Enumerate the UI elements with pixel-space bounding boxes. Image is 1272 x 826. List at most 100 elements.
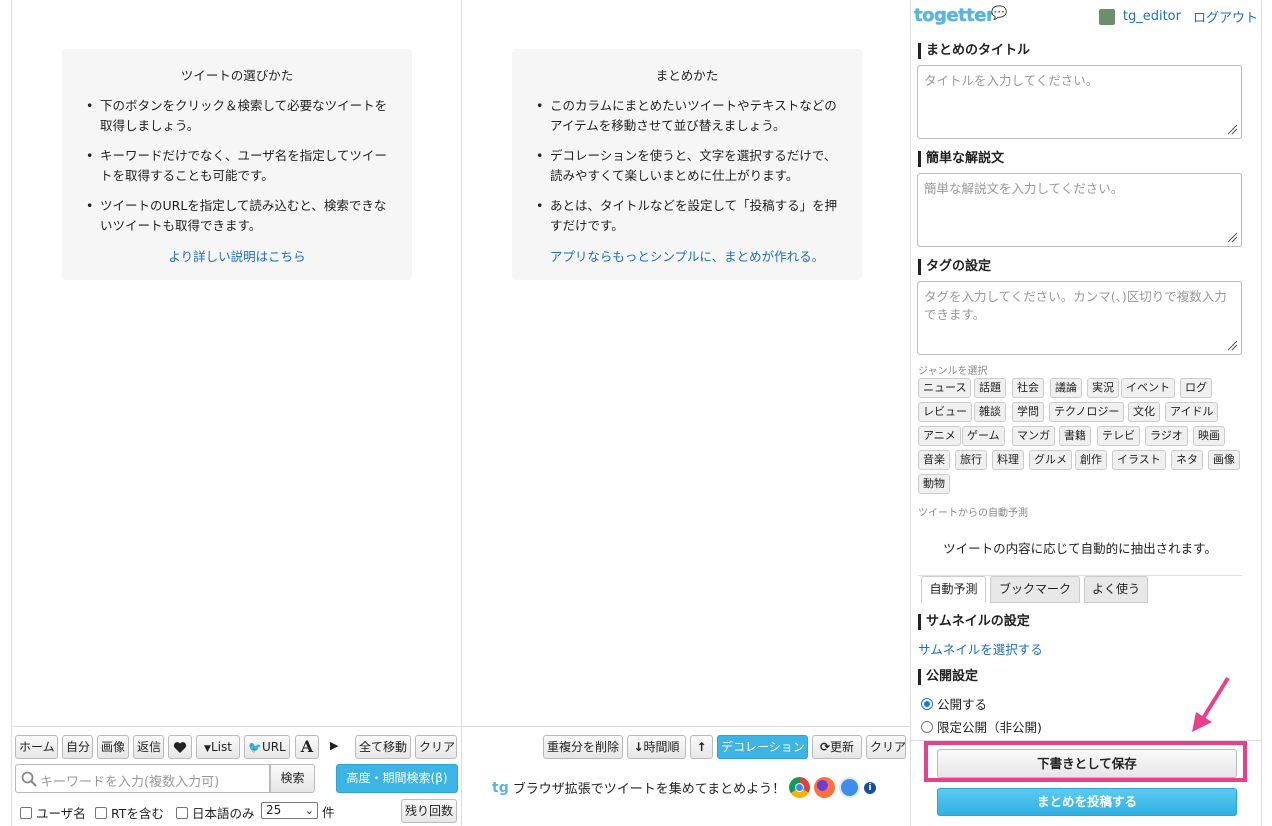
tag-label: タグの設定: [918, 259, 991, 275]
genre-tag[interactable]: 実況: [1087, 378, 1119, 398]
genre-tag[interactable]: ラジオ: [1145, 426, 1188, 446]
include-rt-checkbox[interactable]: RTを含む: [95, 803, 164, 822]
public-radio[interactable]: 公開する: [921, 694, 987, 713]
arrow-down-icon: ↓: [633, 740, 644, 754]
tab-bookmark[interactable]: ブックマーク: [990, 576, 1080, 603]
toolbar-divider: [11, 726, 911, 727]
genre-tag[interactable]: 動物: [918, 474, 950, 494]
genre-tag[interactable]: イラスト: [1112, 450, 1166, 470]
url-button[interactable]: 🐦URL: [244, 735, 290, 759]
genre-tag[interactable]: 料理: [992, 450, 1024, 470]
font-button[interactable]: A: [295, 735, 319, 759]
clear-button[interactable]: クリア: [866, 735, 906, 759]
help-title: ツイートの選びかた: [180, 68, 294, 83]
genre-tag[interactable]: 書籍: [1059, 426, 1091, 446]
user-bar: tg_editor ログアウト: [1098, 7, 1258, 26]
save-draft-highlight: [924, 741, 1247, 782]
play-icon[interactable]: ▶: [330, 739, 338, 752]
resize-grip-icon[interactable]: [1226, 339, 1238, 351]
pointer-arrow-icon: [1192, 676, 1230, 732]
genre-tag[interactable]: イベント: [1121, 378, 1175, 398]
app-link[interactable]: アプリならもっとシンプルに、まとめが作れる。: [528, 246, 846, 265]
refresh-button[interactable]: ⟳更新: [812, 735, 862, 759]
description-textarea[interactable]: 簡単な解説文を入力してください。: [917, 173, 1242, 247]
resize-grip-icon[interactable]: [1226, 123, 1238, 135]
genre-tag[interactable]: 創作: [1075, 450, 1107, 470]
select-thumbnail-link[interactable]: サムネイルを選択する: [918, 639, 1043, 658]
reply-button[interactable]: 返信: [133, 735, 164, 759]
help-item: このカラムにまとめたいツイートやテキストなどのアイテムを移動させて並び替えましょ…: [536, 96, 846, 136]
remove-duplicates-button[interactable]: 重複分を削除: [543, 735, 623, 759]
genre-tag[interactable]: グルメ: [1029, 450, 1072, 470]
help-item: デコレーションを使うと、文字を選択するだけで、読みやすくて楽しいまとめに仕上がり…: [536, 146, 846, 186]
help-item: キーワードだけでなく、ユーザ名を指定してツイートを取得することも可能です。: [86, 146, 396, 186]
help-item: 下のボタンをクリック＆検索して必要なツイートを取得しましょう。: [86, 96, 396, 136]
resize-grip-icon[interactable]: [1226, 231, 1238, 243]
post-button[interactable]: まとめを投稿する: [937, 788, 1237, 816]
genre-tag[interactable]: 学問: [1012, 402, 1044, 422]
safari-icon[interactable]: [839, 777, 861, 798]
genre-tag[interactable]: アニメ: [918, 426, 961, 446]
extension-promo: tg ブラウザ拡張でツイートを集めてまとめよう！ i: [492, 777, 877, 798]
decoration-button[interactable]: デコレーション: [717, 735, 808, 759]
genre-tag[interactable]: 画像: [1208, 450, 1240, 470]
time-order-button[interactable]: ↓時間順: [627, 735, 686, 759]
help-title: まとめかた: [655, 68, 719, 83]
limited-radio[interactable]: 限定公開（非公開): [921, 717, 1042, 736]
togetter-logo[interactable]: togetter: [914, 5, 995, 26]
title-textarea[interactable]: タイトルを入力してください。: [917, 65, 1242, 139]
matome-help: まとめかた このカラムにまとめたいツイートやテキストなどのアイテムを移動させて並…: [512, 49, 862, 280]
genre-tag[interactable]: ゲーム: [962, 426, 1005, 446]
chevron-down-icon: ⌄: [304, 804, 314, 817]
username-link[interactable]: tg_editor: [1123, 9, 1181, 24]
image-button[interactable]: 画像: [97, 735, 129, 759]
genre-tag[interactable]: 文化: [1128, 402, 1160, 422]
more-help-link[interactable]: より詳しい説明はこちら: [78, 246, 396, 265]
genre-tag[interactable]: ニュース: [918, 378, 972, 398]
user-avatar-icon: [1098, 8, 1115, 25]
tweet-select-help: ツイートの選びかた 下のボタンをクリック＆検索して必要なツイートを取得しましょう…: [62, 49, 412, 280]
genre-tag[interactable]: 映画: [1193, 426, 1225, 446]
genre-tag[interactable]: 音楽: [918, 450, 950, 470]
genre-tag[interactable]: ログ: [1180, 378, 1212, 398]
remaining-button[interactable]: 残り回数: [401, 799, 457, 823]
genre-label: ジャンルを選択: [918, 366, 988, 377]
bird-icon: 🐦: [248, 741, 262, 754]
user-name-checkbox[interactable]: ユーザ名: [20, 803, 86, 822]
japanese-only-checkbox[interactable]: 日本語のみ: [176, 803, 255, 822]
firefox-icon[interactable]: [814, 777, 836, 798]
self-button[interactable]: 自分: [62, 735, 93, 759]
arrow-up-button[interactable]: ↑: [690, 735, 713, 759]
genre-tag[interactable]: アイドル: [1165, 402, 1219, 422]
logout-link[interactable]: ログアウト: [1193, 7, 1258, 26]
refresh-icon: ⟳: [819, 740, 831, 754]
genre-tag[interactable]: 社会: [1012, 378, 1044, 398]
advanced-search-button[interactable]: 高度・期間検索(β): [336, 764, 458, 793]
tag-textarea[interactable]: タグを入力してください。カンマ(、)区切りで複数入力できます。: [917, 281, 1242, 355]
genre-tag[interactable]: テレビ: [1097, 426, 1140, 446]
search-icon: [21, 771, 37, 787]
genre-tag[interactable]: レビュー: [918, 402, 972, 422]
like-button[interactable]: [168, 735, 192, 759]
move-all-button[interactable]: 全て移動: [355, 735, 411, 759]
clear-button[interactable]: クリア: [415, 735, 457, 759]
genre-tag[interactable]: 旅行: [955, 450, 987, 470]
genre-tag[interactable]: 話題: [974, 378, 1006, 398]
genre-tag[interactable]: マンガ: [1012, 426, 1055, 446]
genre-tag[interactable]: 雑談: [974, 402, 1006, 422]
search-button[interactable]: 検索: [270, 764, 315, 793]
genre-tag[interactable]: テクノロジー: [1049, 402, 1125, 422]
home-button[interactable]: ホーム: [15, 735, 58, 759]
count-select[interactable]: 25 ⌄: [261, 802, 318, 819]
chrome-icon[interactable]: [789, 777, 811, 798]
auto-predict-text: ツイートの内容に応じて自動的に抽出されます。: [943, 541, 1217, 556]
list-button[interactable]: ▼List: [196, 735, 240, 759]
tab-frequent[interactable]: よく使う: [1084, 576, 1148, 603]
genre-tag[interactable]: 議論: [1050, 378, 1082, 398]
tab-auto-predict[interactable]: 自動予測: [921, 576, 986, 603]
auto-predict-label: ツイートからの自動予測: [918, 508, 1028, 519]
arrow-up-icon: ↑: [696, 740, 707, 754]
info-icon[interactable]: i: [864, 781, 877, 794]
search-input[interactable]: キーワードを入力(複数入力可): [15, 764, 270, 793]
genre-tag[interactable]: ネタ: [1171, 450, 1203, 470]
